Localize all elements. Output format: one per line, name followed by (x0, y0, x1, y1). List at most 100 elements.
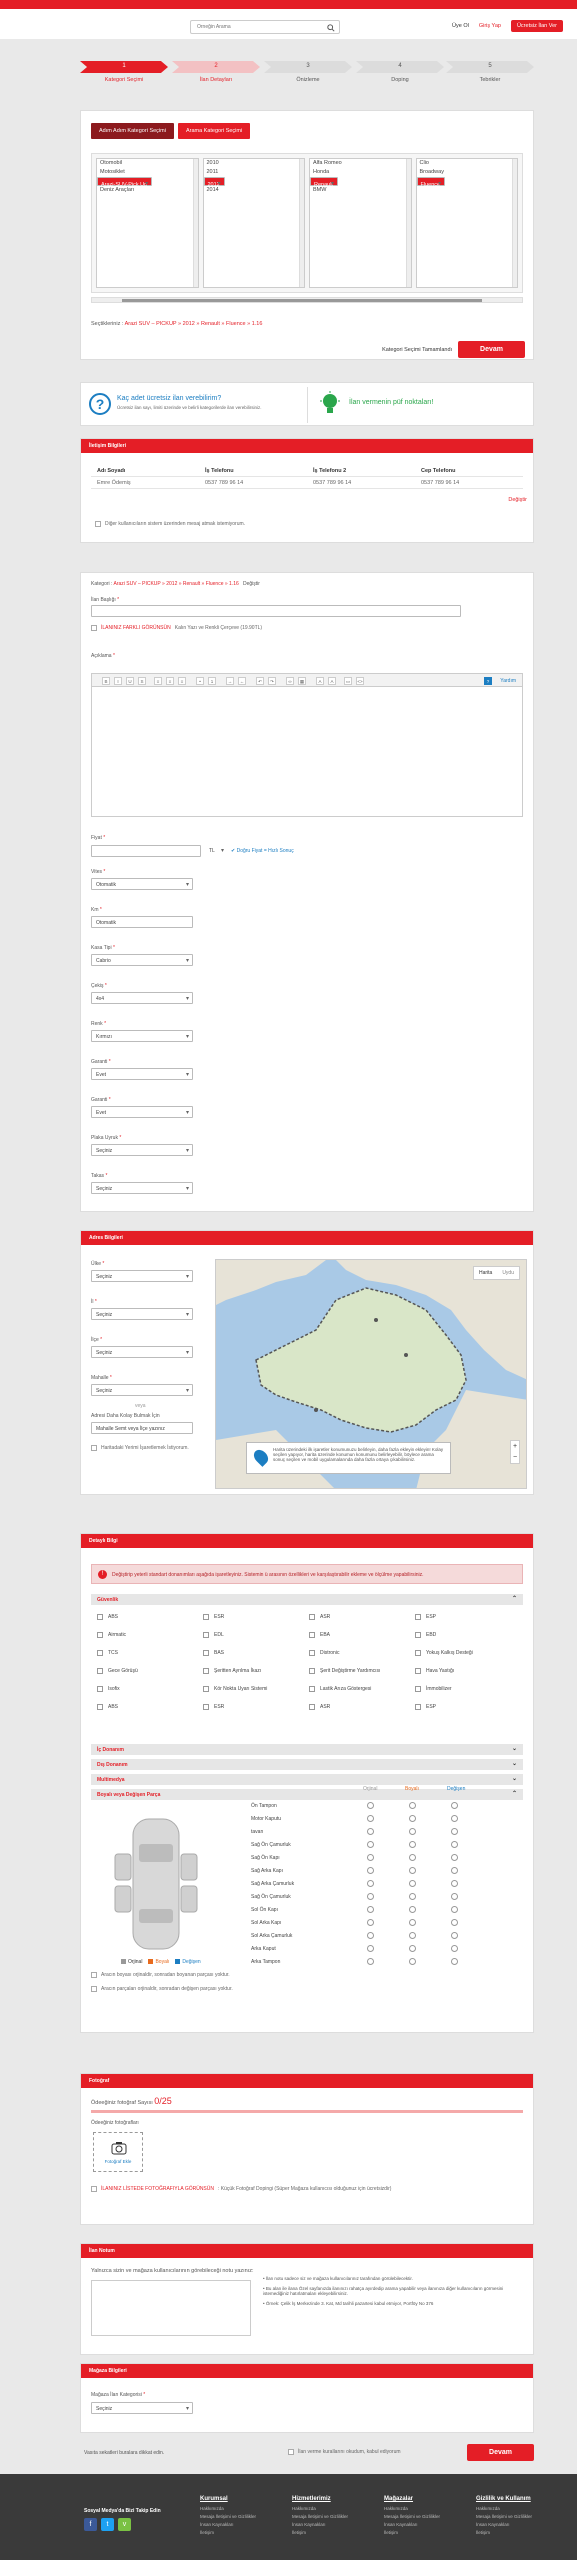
hide-messages-checkbox[interactable]: Diğer kullanıcıların sistem üzerinden me… (95, 521, 245, 527)
changed-radio[interactable] (451, 1841, 458, 1848)
painted-radio[interactable] (409, 1893, 416, 1900)
photo-doping-checkbox[interactable]: İLANINIZ LİSTEDE FOTOĞRAFIYLA GÖRÜNSÜN: … (91, 2186, 391, 2192)
section-interior[interactable]: İç Donanım (91, 1744, 523, 1755)
footer-link[interactable]: İnsan Kaynakları (200, 2522, 256, 2527)
zoom-in-icon[interactable]: + (511, 1441, 519, 1452)
footer-link[interactable]: İletişim (384, 2530, 440, 2535)
changed-radio[interactable] (451, 1867, 458, 1874)
changed-radio[interactable] (451, 1893, 458, 1900)
feature-checkbox[interactable]: Distronic (309, 1650, 339, 1656)
title-input[interactable] (91, 605, 461, 617)
painted-radio[interactable] (409, 1945, 416, 1952)
feature-checkbox[interactable]: ABS (97, 1704, 118, 1710)
feature-checkbox[interactable]: Airmatic (97, 1632, 126, 1638)
feature-checkbox[interactable]: ESR (203, 1614, 224, 1620)
login-link[interactable]: Giriş Yap (479, 23, 501, 29)
strike-icon[interactable]: S (138, 677, 146, 685)
change-category-link[interactable]: Değiştir (243, 581, 260, 587)
search-icon[interactable] (327, 24, 335, 32)
category-column-1[interactable]: Otomobil Motosiklet Arazi-SUV-Pick Up Ti… (96, 158, 199, 288)
footer-link[interactable]: Hakkımızda (292, 2506, 348, 2511)
search-category-tab[interactable]: Arama Kategori Seçimi (177, 123, 251, 139)
align-left-icon[interactable]: ≡ (154, 677, 162, 685)
drive-select[interactable]: 4x4 (91, 992, 193, 1004)
list-icon[interactable]: • (196, 677, 204, 685)
underline-icon[interactable]: U (126, 677, 134, 685)
font-size-icon[interactable]: A (316, 677, 324, 685)
indent-icon[interactable]: → (226, 677, 234, 685)
feature-checkbox[interactable]: ESP (415, 1614, 436, 1620)
feature-checkbox[interactable]: Gece Görüşü (97, 1668, 138, 1674)
list-item[interactable]: 2011 (204, 168, 305, 177)
country-select[interactable]: Seçiniz (91, 1270, 193, 1282)
free-post-question[interactable]: Kaç adet ücretsiz ilan verebilirim? (117, 395, 221, 402)
price-input[interactable] (91, 845, 201, 857)
submit-button[interactable]: Devam (467, 2444, 534, 2461)
feature-checkbox[interactable]: Hava Yastığı (415, 1668, 454, 1674)
scrollbar[interactable] (512, 159, 517, 287)
painted-radio[interactable] (409, 1828, 416, 1835)
help-link[interactable]: Yardım (500, 678, 516, 684)
note-textarea[interactable] (91, 2280, 251, 2336)
footer-link[interactable]: İletişim (292, 2530, 348, 2535)
body-type-select[interactable]: Cabrio (91, 954, 193, 966)
address-search-input[interactable]: Mahalle Semt veya İlçe yazınız (91, 1422, 193, 1434)
list-item[interactable]: Arazi-SUV-Pick Up (97, 177, 153, 189)
feature-checkbox[interactable]: EDL (203, 1632, 224, 1638)
footer-link[interactable]: İletişim (200, 2530, 256, 2535)
original-radio[interactable] (367, 1919, 374, 1926)
step-category-tab[interactable]: Adım Adım Kategori Seçimi (91, 123, 174, 139)
logo[interactable] (88, 17, 178, 31)
twitter-icon[interactable]: t (101, 2518, 114, 2531)
numbered-list-icon[interactable]: 1 (208, 677, 216, 685)
list-item[interactable]: Fluence (416, 177, 446, 189)
store-category-select[interactable]: Seçiniz (91, 2402, 193, 2414)
search-input[interactable] (191, 21, 319, 33)
footer-link[interactable]: Mesaja İletişimi ve Gizlilikler (200, 2514, 256, 2519)
changed-radio[interactable] (451, 1880, 458, 1887)
list-item[interactable]: Alfa Romeo (310, 159, 411, 168)
original-radio[interactable] (367, 1932, 374, 1939)
list-item[interactable]: Renault (310, 177, 338, 189)
trade-select[interactable]: Seçiniz (91, 1182, 193, 1194)
map-type-control[interactable]: Harita Uydu (472, 1266, 520, 1280)
map-button[interactable]: Harita (474, 1267, 497, 1279)
changed-radio[interactable] (451, 1958, 458, 1965)
feature-checkbox[interactable]: Şerit Değiştirme Yardımcısı (309, 1668, 380, 1674)
footer-link[interactable]: Hakkımızda (200, 2506, 256, 2511)
changed-radio[interactable] (451, 1919, 458, 1926)
original-radio[interactable] (367, 1867, 374, 1874)
color-select[interactable]: Kırmızı (91, 1030, 193, 1042)
location-map[interactable]: Harita Uydu + − Harita üzerindeki ilk işar… (215, 1259, 527, 1489)
scrollbar[interactable] (192, 159, 198, 287)
link-icon[interactable]: ∞ (286, 677, 294, 685)
outdent-icon[interactable]: ← (238, 677, 246, 685)
original-radio[interactable] (367, 1802, 374, 1809)
original-radio[interactable] (367, 1945, 374, 1952)
map-mark-checkbox[interactable]: Haritadaki Yerimi İşaretlemek İstiyorum. (91, 1445, 189, 1451)
km-input[interactable]: Otomatik (91, 916, 193, 928)
original-radio[interactable] (367, 1815, 374, 1822)
feature-checkbox[interactable]: EBD (415, 1632, 436, 1638)
original-parts-checkbox[interactable]: Aracın parçaları orjinaldir, sonradan de… (91, 1986, 233, 1992)
original-radio[interactable] (367, 1893, 374, 1900)
tips-link[interactable]: İlan vermenin püf noktaları! (349, 399, 433, 406)
footer-link[interactable]: İnsan Kaynakları (384, 2522, 440, 2527)
footer-heading[interactable]: Gizlilik ve Kullanım (476, 2496, 532, 2502)
feature-checkbox[interactable]: Isofix (97, 1686, 120, 1692)
painted-radio[interactable] (409, 1919, 416, 1926)
painted-radio[interactable] (409, 1867, 416, 1874)
painted-radio[interactable] (409, 1841, 416, 1848)
changed-radio[interactable] (451, 1854, 458, 1861)
footer-link[interactable]: Mesaja İletişimi ve Gizlilikler (384, 2514, 440, 2519)
vine-icon[interactable]: v (118, 2518, 131, 2531)
list-item[interactable]: Otomobil (97, 159, 198, 168)
painted-radio[interactable] (409, 1802, 416, 1809)
original-radio[interactable] (367, 1841, 374, 1848)
feature-checkbox[interactable]: İmmobilizer (415, 1686, 452, 1692)
feature-checkbox[interactable]: TCS (97, 1650, 118, 1656)
original-radio[interactable] (367, 1828, 374, 1835)
list-item[interactable]: Clio (417, 159, 518, 168)
table-icon[interactable]: ▦ (298, 677, 306, 685)
footer-link[interactable]: İletişim (476, 2530, 532, 2535)
